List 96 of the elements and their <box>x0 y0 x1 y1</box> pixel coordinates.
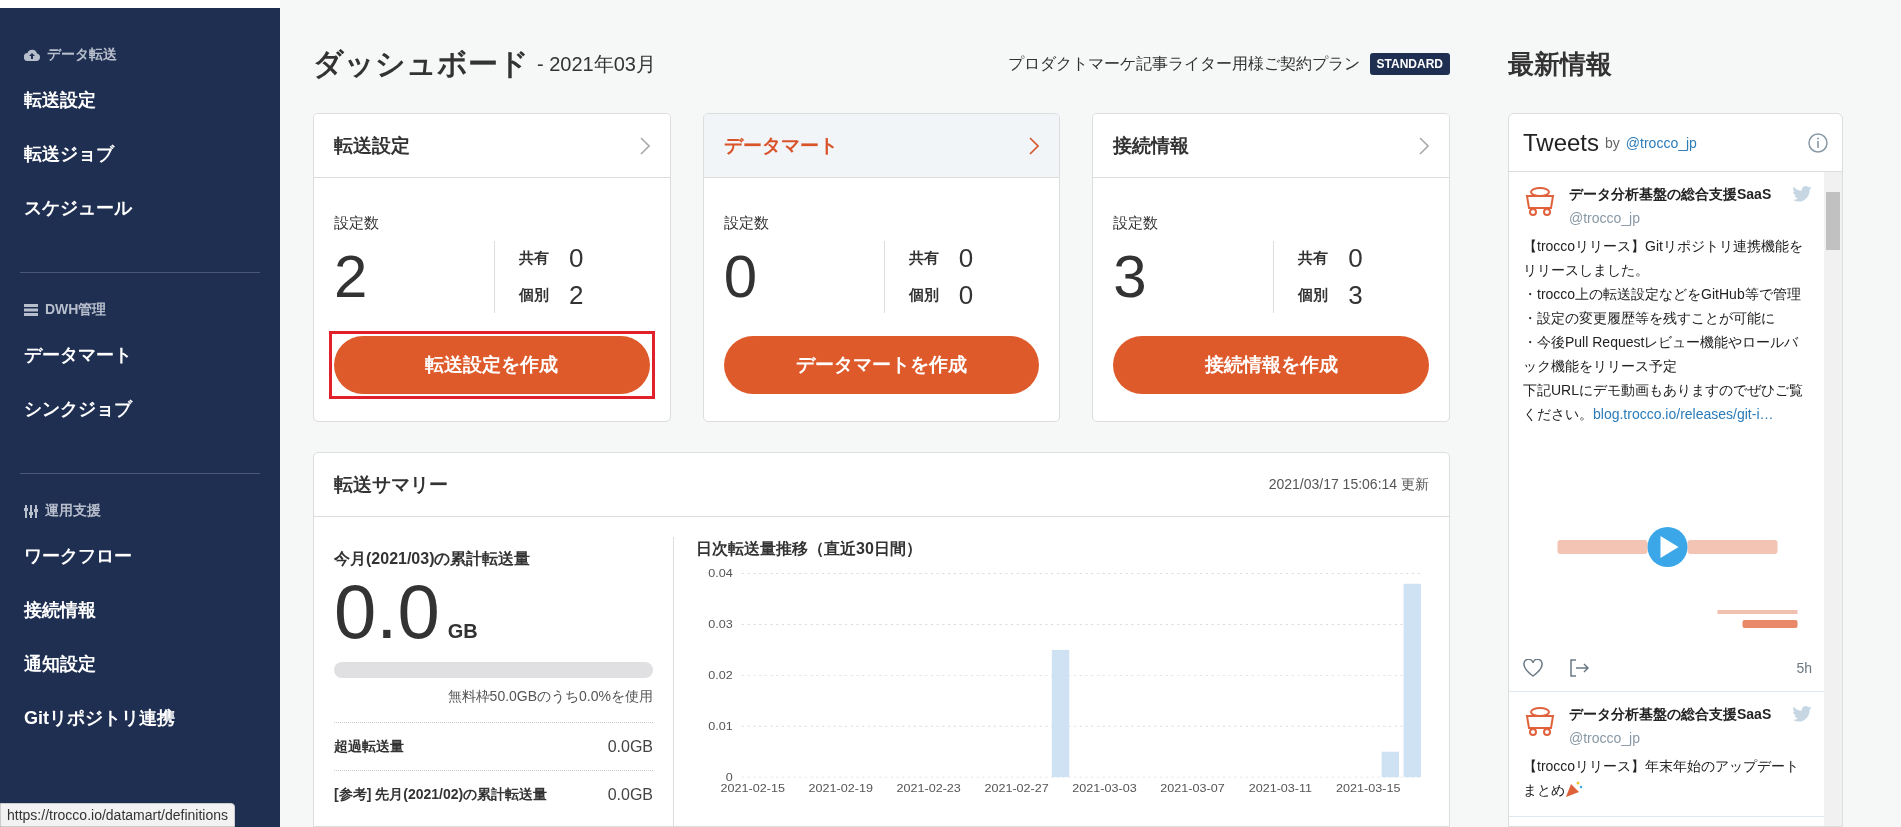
x-tick-label: 2021-02-27 <box>984 782 1049 795</box>
transfer-amount: 0.0 <box>334 570 440 654</box>
individual-label: 個別 <box>519 286 549 305</box>
unit-label: GB <box>447 620 478 643</box>
sidebar-item[interactable]: ワークフロー <box>20 544 260 598</box>
y-tick-label: 0 <box>725 770 733 783</box>
sidebar-item[interactable]: 転送設定 <box>20 88 260 142</box>
cloud-upload-icon <box>24 49 40 61</box>
author-name: データ分析基盤の総合支援SaaS <box>1569 706 1773 724</box>
y-tick-label: 0.03 <box>708 618 733 631</box>
count-value: 0 <box>723 242 759 312</box>
individual-value: 2 <box>569 280 584 311</box>
bird-icon <box>1792 186 1812 202</box>
info-icon[interactable] <box>1808 132 1828 153</box>
bird-icon <box>1792 706 1812 722</box>
card-title[interactable]: 接続情報 <box>1113 132 1190 159</box>
create-button[interactable]: 接続情報を作成 <box>1113 336 1429 394</box>
plan-badge: STANDARD <box>1369 53 1450 75</box>
account-link[interactable]: @trocco_jp <box>1625 134 1697 151</box>
heart-icon[interactable] <box>1523 659 1543 677</box>
chevron-right-icon[interactable] <box>639 136 650 155</box>
author-handle: @trocco_jp <box>1569 210 1642 226</box>
sidebar-item[interactable]: Gitリポジトリ連携 <box>20 706 260 760</box>
tweet-text: ・設定の変更履歴等を残すことが可能に <box>1523 309 1776 328</box>
x-tick-label: 2021-02-15 <box>720 782 785 795</box>
count-label: 設定数 <box>1113 214 1160 233</box>
shared-value: 0 <box>569 243 584 274</box>
shared-value: 0 <box>958 243 974 274</box>
card-title[interactable]: データマート <box>723 132 838 159</box>
count-value: 3 <box>1113 242 1148 312</box>
tweet-text: 【troccoリリース】Gitリポジトリ連携機能をリリースしました。 <box>1523 237 1804 280</box>
month-label: 今月(2021/03)の累計転送量 <box>334 549 532 569</box>
row-value: 0.0GB <box>607 737 653 756</box>
chevron-right-icon[interactable] <box>1419 136 1429 155</box>
section-heading: DWH管理 <box>45 301 107 319</box>
author-handle: @trocco_jp <box>1569 730 1642 746</box>
sidebar-item[interactable]: データマート <box>20 343 260 397</box>
count-label: 設定数 <box>723 214 770 233</box>
individual-value: 3 <box>1348 280 1363 311</box>
chevron-right-icon[interactable] <box>1029 136 1040 155</box>
sidebar-item[interactable]: 通知設定 <box>20 652 260 706</box>
create-button[interactable]: 転送設定を作成 <box>334 336 650 394</box>
count-label: 設定数 <box>334 214 380 233</box>
widget-title: Tweets <box>1523 128 1600 157</box>
individual-label: 個別 <box>908 286 939 305</box>
sidebar-item[interactable]: 転送ジョブ <box>20 142 260 196</box>
scrollbar[interactable] <box>1824 172 1842 826</box>
row-label: [参考] 先月(2021/02)の累計転送量 <box>334 785 548 804</box>
news-title: 最新情報 <box>1508 48 1613 81</box>
individual-label: 個別 <box>1298 286 1329 305</box>
tweet-text: 下記URLにデモ動画もありますのでぜひご覧ください。blog.trocco.io/releases/git-i… <box>1523 381 1804 424</box>
page-title: ダッシュボード <box>313 45 529 82</box>
y-tick-label: 0.02 <box>708 669 733 681</box>
x-tick-label: 2021-03-03 <box>1072 782 1137 795</box>
sidebar-item[interactable]: スケジュール <box>20 196 260 250</box>
period-label: - 2021年03月 <box>537 51 656 77</box>
by-label: by <box>1605 134 1620 151</box>
chart-title: 日次転送量推移（直近30日間） <box>696 539 923 559</box>
tweet-text: ・今後Pull Requestレビュー機能やロールバック機能をリリース予定 <box>1523 333 1800 376</box>
sidebar-item[interactable]: シンクジョブ <box>20 397 260 451</box>
shared-label: 共有 <box>519 249 549 268</box>
section-heading: 運用支援 <box>45 502 101 520</box>
usage-text: 無料枠50.0GBのうち0.0%を使用 <box>446 688 653 706</box>
list-icon <box>24 304 38 316</box>
cart-icon <box>1523 706 1557 738</box>
sliders-icon <box>24 504 38 518</box>
author-name: データ分析基盤の総合支援SaaS <box>1569 186 1773 204</box>
x-tick-label: 2021-02-23 <box>896 782 961 795</box>
row-label: 超過転送量 <box>334 737 404 756</box>
row-value: 0.0GB <box>607 785 653 804</box>
cart-icon <box>1523 186 1557 218</box>
tweet-time[interactable]: 5h <box>1796 660 1812 676</box>
plan-name: プロダクトマーケ記事ライター用様ご契約プラン <box>1007 53 1360 74</box>
panel-title: 転送サマリー <box>334 472 448 497</box>
share-icon[interactable] <box>1569 659 1589 677</box>
shared-label: 共有 <box>908 249 939 268</box>
shared-value: 0 <box>1348 243 1363 274</box>
x-tick-label: 2021-03-15 <box>1336 782 1401 795</box>
section-heading: データ転送 <box>47 46 117 64</box>
status-url: https://trocco.io/datamart/definitions <box>0 803 235 827</box>
y-tick-label: 0.04 <box>708 567 733 580</box>
shared-label: 共有 <box>1298 249 1329 268</box>
individual-value: 0 <box>958 280 974 311</box>
x-tick-label: 2021-03-07 <box>1160 782 1225 795</box>
sidebar-item[interactable]: 接続情報 <box>20 598 260 652</box>
card-title[interactable]: 転送設定 <box>334 132 410 159</box>
count-value: 2 <box>334 242 369 312</box>
tweet-text: ・trocco上の転送設定などをGitHub等で管理 <box>1523 285 1802 304</box>
bar <box>1381 751 1399 778</box>
y-tick-label: 0.01 <box>708 720 733 732</box>
create-button[interactable]: データマートを作成 <box>723 336 1040 394</box>
tweet-link[interactable]: blog.trocco.io/releases/git-i… <box>1593 406 1774 422</box>
updated-time: 2021/03/17 15:06:14 更新 <box>1268 475 1429 494</box>
x-tick-label: 2021-03-11 <box>1248 782 1313 795</box>
tweet-text: 【troccoリリース】年末年始のアップデートまとめ <box>1523 757 1801 800</box>
x-tick-label: 2021-02-19 <box>808 782 873 795</box>
